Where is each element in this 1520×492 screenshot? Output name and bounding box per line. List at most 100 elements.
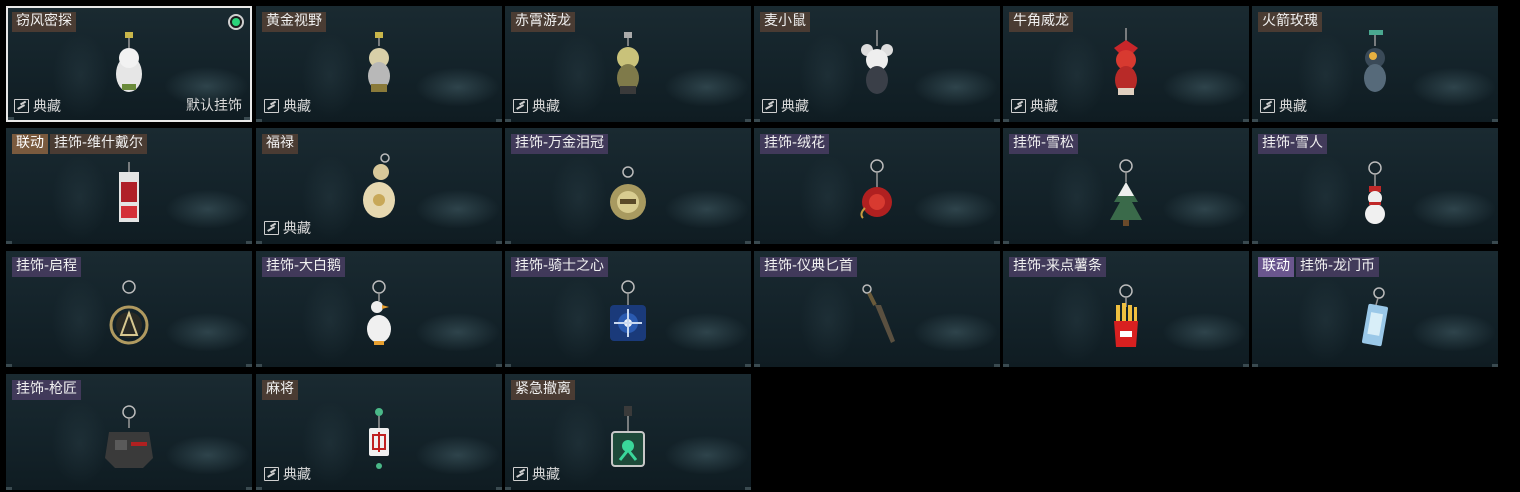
charm-card-qiangjiang[interactable]: 挂饰-枪匠 <box>6 374 252 490</box>
charm-card-weishidaier[interactable]: 联动 挂饰-维什戴尔 <box>6 128 252 244</box>
tag-row: 牛角威龙 <box>1009 12 1073 32</box>
tag-row: 挂饰-雪松 <box>1009 134 1079 154</box>
charm-figure-icon <box>1345 142 1405 234</box>
collection-label: 典藏 <box>283 221 311 237</box>
charm-grid: 窃风密探 典藏 默认挂饰 黄金视野 典藏 赤霄游龙 典藏 麦小鼠 典藏 牛角威龙… <box>0 0 1520 492</box>
charm-card-maixiaoshu[interactable]: 麦小鼠 典藏 <box>754 6 1000 122</box>
charm-figure-icon <box>598 20 658 112</box>
charm-name: 挂饰-万金泪冠 <box>511 134 609 154</box>
charm-figure-icon <box>349 388 409 480</box>
collection-badge: 典藏 <box>264 464 311 484</box>
charm-figure-icon <box>99 142 159 234</box>
charm-card-dabaie[interactable]: 挂饰-大白鹅 <box>256 251 502 367</box>
tag-row: 挂饰-骑士之心 <box>511 257 609 277</box>
charm-card-jinjichelii[interactable]: 紧急撤离 典藏 <box>505 374 751 490</box>
collection-badge: 典藏 <box>264 218 311 238</box>
collection-label: 典藏 <box>1030 99 1058 115</box>
charm-name: 挂饰-仪典匕首 <box>760 257 858 277</box>
tag-row: 火箭玫瑰 <box>1258 12 1322 32</box>
collection-badge: 典藏 <box>762 96 809 116</box>
equipped-indicator-icon <box>228 14 244 30</box>
collection-icon <box>264 99 279 113</box>
tag-row: 挂饰-启程 <box>12 257 82 277</box>
charm-name: 挂饰-大白鹅 <box>262 257 346 277</box>
charm-card-yidianbishou[interactable]: 挂饰-仪典匕首 <box>754 251 1000 367</box>
charm-figure-icon <box>349 20 409 112</box>
charm-name: 窃风密探 <box>12 12 76 32</box>
tag-row: 麦小鼠 <box>760 12 810 32</box>
charm-figure-icon <box>847 142 907 234</box>
collection-label: 典藏 <box>33 99 61 115</box>
tag-row: 挂饰-来点薯条 <box>1009 257 1107 277</box>
charm-figure-icon <box>598 388 658 480</box>
charm-name: 挂饰-绒花 <box>760 134 830 154</box>
charm-card-qiefengmitan[interactable]: 窃风密探 典藏 默认挂饰 <box>6 6 252 122</box>
charm-figure-icon <box>99 388 159 480</box>
charm-card-fulu[interactable]: 福禄 典藏 <box>256 128 502 244</box>
collection-icon <box>513 99 528 113</box>
charm-name: 挂饰-来点薯条 <box>1009 257 1107 277</box>
collection-badge: 典藏 <box>513 464 560 484</box>
charm-name: 赤霄游龙 <box>511 12 575 32</box>
tag-row: 赤霄游龙 <box>511 12 575 32</box>
collection-badge: 典藏 <box>1011 96 1058 116</box>
collection-icon <box>513 467 528 481</box>
collection-badge: 典藏 <box>513 96 560 116</box>
charm-figure-icon <box>1096 142 1156 234</box>
charm-name: 挂饰-骑士之心 <box>511 257 609 277</box>
collab-badge: 联动 <box>12 134 48 154</box>
collection-icon <box>264 467 279 481</box>
charm-name: 紧急撤离 <box>511 380 575 400</box>
collection-icon <box>1260 99 1275 113</box>
charm-card-wanjinleiguan[interactable]: 挂饰-万金泪冠 <box>505 128 751 244</box>
charm-card-qishizhixin[interactable]: 挂饰-骑士之心 <box>505 251 751 367</box>
charm-figure-icon <box>99 265 159 357</box>
charm-name: 挂饰-雪人 <box>1258 134 1328 154</box>
default-charm-label: 默认挂饰 <box>186 98 242 114</box>
charm-name: 黄金视野 <box>262 12 326 32</box>
collection-label: 典藏 <box>781 99 809 115</box>
tag-row: 麻将 <box>262 380 298 400</box>
charm-name: 福禄 <box>262 134 298 154</box>
tag-row: 挂饰-枪匠 <box>12 380 82 400</box>
charm-card-majiang[interactable]: 麻将 典藏 <box>256 374 502 490</box>
charm-card-huojianmeigui[interactable]: 火箭玫瑰 典藏 <box>1252 6 1498 122</box>
collection-icon <box>762 99 777 113</box>
tag-row: 挂饰-万金泪冠 <box>511 134 609 154</box>
charm-card-longmenbi[interactable]: 联动 挂饰-龙门币 <box>1252 251 1498 367</box>
charm-card-chixiaoyoulong[interactable]: 赤霄游龙 典藏 <box>505 6 751 122</box>
charm-name: 火箭玫瑰 <box>1258 12 1322 32</box>
charm-card-niujiaoweilong[interactable]: 牛角威龙 典藏 <box>1003 6 1249 122</box>
charm-card-huangjinshiye[interactable]: 黄金视野 典藏 <box>256 6 502 122</box>
collection-label: 典藏 <box>283 467 311 483</box>
charm-card-laidianshutiao[interactable]: 挂饰-来点薯条 <box>1003 251 1249 367</box>
collection-label: 典藏 <box>1279 99 1307 115</box>
tag-row: 紧急撤离 <box>511 380 575 400</box>
charm-name: 挂饰-枪匠 <box>12 380 82 400</box>
charm-figure-icon <box>99 22 159 114</box>
charm-figure-icon <box>1345 20 1405 112</box>
charm-card-xuesong[interactable]: 挂饰-雪松 <box>1003 128 1249 244</box>
tag-row: 挂饰-大白鹅 <box>262 257 346 277</box>
charm-card-xueren[interactable]: 挂饰-雪人 <box>1252 128 1498 244</box>
charm-figure-icon <box>598 265 658 357</box>
collection-badge: 典藏 <box>14 96 61 116</box>
charm-name: 麦小鼠 <box>760 12 810 32</box>
collection-badge: 典藏 <box>1260 96 1307 116</box>
collection-label: 典藏 <box>283 99 311 115</box>
charm-name: 牛角威龙 <box>1009 12 1073 32</box>
tag-row: 窃风密探 <box>12 12 76 32</box>
charm-figure-icon <box>847 265 907 357</box>
tag-row: 黄金视野 <box>262 12 326 32</box>
collection-label: 典藏 <box>532 467 560 483</box>
charm-figure-icon <box>598 142 658 234</box>
tag-row: 福禄 <box>262 134 298 154</box>
charm-card-qicheng[interactable]: 挂饰-启程 <box>6 251 252 367</box>
collection-label: 典藏 <box>532 99 560 115</box>
charm-figure-icon <box>1096 20 1156 112</box>
collection-icon <box>14 99 29 113</box>
collab-badge: 联动 <box>1258 257 1294 277</box>
charm-name: 挂饰-启程 <box>12 257 82 277</box>
charm-card-ronghua[interactable]: 挂饰-绒花 <box>754 128 1000 244</box>
tag-row: 挂饰-仪典匕首 <box>760 257 858 277</box>
